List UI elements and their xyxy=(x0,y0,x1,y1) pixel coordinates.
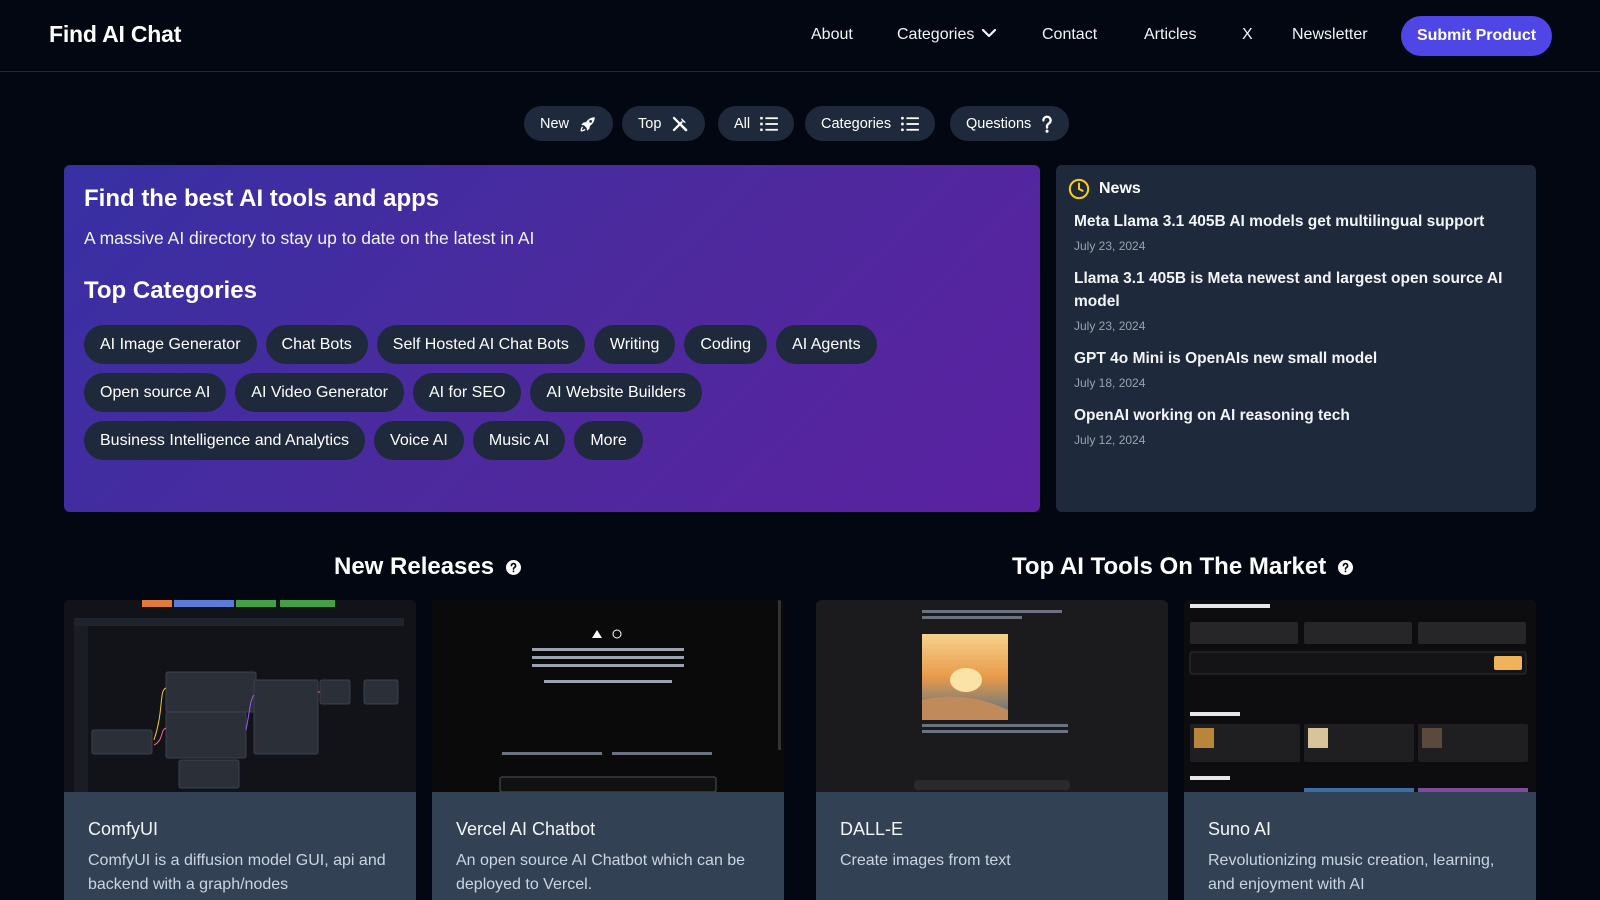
category-ai-website-builders[interactable]: AI Website Builders xyxy=(530,373,702,412)
category-ai-agents[interactable]: AI Agents xyxy=(776,325,877,364)
category-more[interactable]: More xyxy=(574,421,643,460)
news-item-date: July 12, 2024 xyxy=(1074,433,1146,447)
filter-categories[interactable]: Categories xyxy=(805,106,936,141)
news-list: Meta Llama 3.1 405B AI models get multil… xyxy=(1074,210,1524,461)
product-card-suno-ai[interactable]: Suno AI Revolutionizing music creation, … xyxy=(1184,600,1536,900)
category-coding[interactable]: Coding xyxy=(684,325,768,364)
category-writing[interactable]: Writing xyxy=(593,325,676,364)
news-item-title[interactable]: Meta Llama 3.1 405B AI models get multil… xyxy=(1074,210,1524,233)
hero-subtitle: A massive AI directory to stay up to dat… xyxy=(84,228,535,248)
news-heading-label: News xyxy=(1099,180,1141,197)
category-ai-image-generator[interactable]: AI Image Generator xyxy=(84,325,257,364)
news-heading: News xyxy=(1068,178,1141,200)
nav-x[interactable]: X xyxy=(1242,26,1253,44)
news-item-date: July 23, 2024 xyxy=(1074,319,1146,333)
product-name[interactable]: DALL-E xyxy=(840,819,903,840)
news-panel: News Meta Llama 3.1 405B AI models get m… xyxy=(1056,165,1536,512)
site-logo[interactable]: Find AI Chat xyxy=(49,21,181,48)
filter-top-label: Top xyxy=(638,115,662,132)
category-music-ai[interactable]: Music AI xyxy=(472,421,566,460)
product-screenshot xyxy=(816,600,1168,792)
product-screenshot xyxy=(1184,600,1536,792)
product-description: ComfyUI is a diffusion model GUI, api an… xyxy=(88,852,386,893)
filter-questions[interactable]: Questions xyxy=(950,106,1070,141)
filter-top[interactable]: Top xyxy=(622,106,706,141)
category-open-source-ai[interactable]: Open source AI xyxy=(84,373,227,412)
filter-questions-label: Questions xyxy=(966,115,1032,132)
hero-title: Find the best AI tools and apps xyxy=(84,185,440,212)
help-circle-icon[interactable] xyxy=(506,559,522,575)
filter-all-label: All xyxy=(734,115,751,132)
product-card-vercel-ai-chatbot[interactable]: Vercel AI Chatbot An open source AI Chat… xyxy=(432,600,784,900)
product-screenshot xyxy=(64,600,416,792)
nav-about[interactable]: About xyxy=(811,26,853,44)
product-name[interactable]: Suno AI xyxy=(1208,819,1271,840)
filter-new-label: New xyxy=(540,115,570,132)
rocket-icon xyxy=(580,116,595,131)
product-description: An open source AI Chatbot which can be d… xyxy=(456,852,746,893)
category-list: AI Image Generator Chat Bots Self Hosted… xyxy=(84,325,1024,469)
submit-product-button[interactable]: Submit Product xyxy=(1401,16,1552,56)
site-header: Find AI Chat About Categories Contact Ar… xyxy=(0,0,1600,72)
nav-newsletter[interactable]: Newsletter xyxy=(1292,26,1368,44)
filter-new[interactable]: New xyxy=(524,106,614,141)
nav-categories-label: Categories xyxy=(897,26,975,43)
product-name[interactable]: ComfyUI xyxy=(88,819,158,840)
product-card-comfyui[interactable]: ComfyUI ComfyUI is a diffusion model GUI… xyxy=(64,600,416,900)
tools-icon xyxy=(673,116,688,131)
category-chat-bots[interactable]: Chat Bots xyxy=(265,325,368,364)
new-releases-label: New Releases xyxy=(334,553,495,580)
clock-icon xyxy=(1068,178,1090,200)
hero-panel: Find the best AI tools and apps A massiv… xyxy=(64,165,1040,512)
news-item-date: July 18, 2024 xyxy=(1074,376,1146,390)
product-name[interactable]: Vercel AI Chatbot xyxy=(456,819,595,840)
list-icon xyxy=(901,116,920,131)
filter-all[interactable]: All xyxy=(718,106,795,141)
product-description: Revolutionizing music creation, learning… xyxy=(1208,852,1495,893)
chevron-down-icon xyxy=(982,28,997,37)
category-business-intelligence[interactable]: Business Intelligence and Analytics xyxy=(84,421,366,460)
category-self-hosted-ai-chat-bots[interactable]: Self Hosted AI Chat Bots xyxy=(376,325,585,364)
question-icon xyxy=(1042,115,1052,133)
news-item-date: July 23, 2024 xyxy=(1074,239,1146,253)
news-item[interactable]: Meta Llama 3.1 405B AI models get multil… xyxy=(1074,210,1524,253)
new-releases-heading: New Releases xyxy=(334,553,522,581)
help-circle-icon[interactable] xyxy=(1338,559,1354,575)
top-tools-heading: Top AI Tools On The Market xyxy=(1012,553,1354,581)
top-tools-label: Top AI Tools On The Market xyxy=(1012,553,1327,580)
news-item-title[interactable]: GPT 4o Mini is OpenAIs new small model xyxy=(1074,347,1524,370)
filter-categories-label: Categories xyxy=(821,115,892,132)
news-item[interactable]: OpenAI working on AI reasoning tech July… xyxy=(1074,404,1524,447)
product-description: Create images from text xyxy=(840,852,1011,869)
nav-categories[interactable]: Categories xyxy=(897,26,997,44)
category-ai-video-generator[interactable]: AI Video Generator xyxy=(235,373,404,412)
nav-contact[interactable]: Contact xyxy=(1042,26,1097,44)
news-item[interactable]: Llama 3.1 405B is Meta newest and larges… xyxy=(1074,267,1524,333)
product-card-dall-e[interactable]: DALL-E Create images from text xyxy=(816,600,1168,900)
category-voice-ai[interactable]: Voice AI xyxy=(374,421,464,460)
news-item[interactable]: GPT 4o Mini is OpenAIs new small model J… xyxy=(1074,347,1524,390)
category-ai-for-seo[interactable]: AI for SEO xyxy=(412,373,522,412)
list-icon xyxy=(760,116,779,131)
news-item-title[interactable]: OpenAI working on AI reasoning tech xyxy=(1074,404,1524,427)
news-item-title[interactable]: Llama 3.1 405B is Meta newest and larges… xyxy=(1074,267,1524,313)
top-categories-heading: Top Categories xyxy=(84,277,257,304)
product-screenshot xyxy=(432,600,784,792)
nav-articles[interactable]: Articles xyxy=(1144,26,1196,44)
